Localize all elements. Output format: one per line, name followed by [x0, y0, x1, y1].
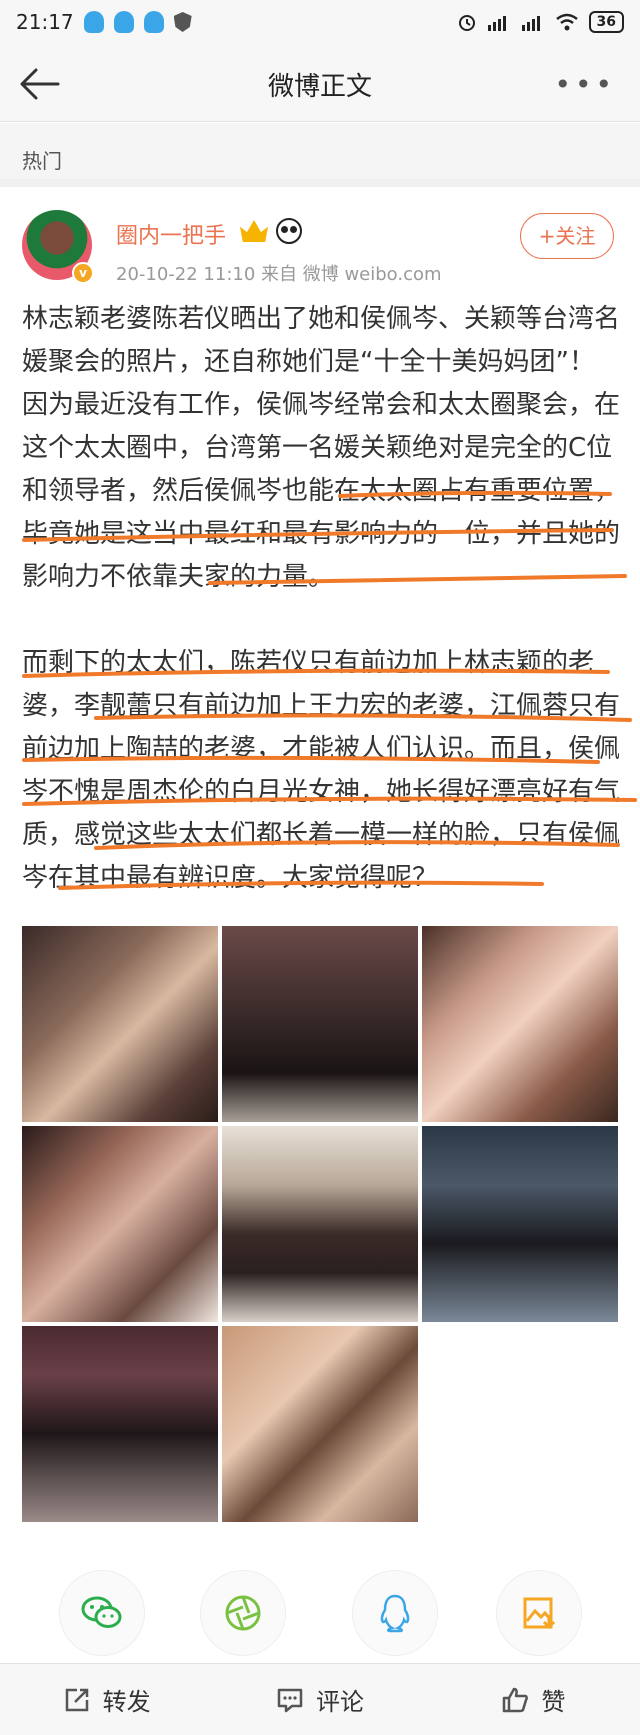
repost-icon [65, 1688, 88, 1711]
share-row [0, 1560, 640, 1660]
post-photo[interactable] [22, 1126, 218, 1322]
thumbs-up-icon [503, 1687, 529, 1712]
wifi-icon [555, 13, 578, 31]
qq-notification-icon [113, 11, 134, 33]
qq-icon [380, 1594, 410, 1633]
post-photo[interactable] [422, 926, 618, 1122]
status-bar: 21:17 36 [0, 0, 640, 44]
like-label: 赞 [541, 1688, 566, 1716]
post-paragraph: 林志颖老婆陈若仪晒出了她和侯佩岑、关颖等台湾名媛聚会的照片，还自称她们是“十全十… [22, 304, 621, 592]
action-bar: 转发 评论 赞 [0, 1663, 640, 1735]
page-title: 微博正文 [267, 72, 372, 102]
follow-button[interactable]: +关注 [520, 213, 614, 259]
repost-button[interactable]: 转发 [0, 1664, 213, 1735]
save-image-icon [523, 1597, 556, 1630]
panda-icon [276, 218, 302, 244]
shield-icon [173, 12, 192, 32]
qq-notification-icon [143, 11, 164, 33]
repost-label: 转发 [102, 1688, 151, 1716]
post-meta: 20-10-22 11:10 来自 微博 weibo.com [116, 264, 442, 285]
post-photo[interactable] [22, 1326, 218, 1522]
moments-icon [225, 1595, 261, 1631]
save-image-button[interactable] [496, 1570, 582, 1656]
like-button[interactable]: 赞 [427, 1664, 640, 1735]
nav-bar: 微博正文 ••• [0, 44, 640, 122]
qq-notification-icon [83, 11, 104, 33]
share-moments-button[interactable] [200, 1570, 286, 1656]
more-options-icon[interactable]: ••• [554, 68, 616, 101]
signal-icon [521, 16, 540, 31]
post-photo[interactable] [222, 926, 418, 1122]
battery-indicator: 36 [588, 11, 624, 33]
signal-icon [487, 16, 506, 31]
share-qq-button[interactable] [352, 1570, 438, 1656]
comment-icon [277, 1688, 303, 1712]
post-paragraph: 而剩下的太太们，陈若仪只有前边加上林志颖的老婆，李靓蕾只有前边加上王力宏的老婆，… [22, 648, 621, 893]
notification-icons [83, 11, 192, 33]
verified-badge-icon: v [72, 262, 94, 284]
section-label: 热门 [0, 123, 640, 187]
system-icons: 36 [457, 11, 624, 33]
share-wechat-button[interactable] [59, 1570, 145, 1656]
post-photo[interactable] [422, 1126, 618, 1322]
post-photo[interactable] [222, 1326, 418, 1522]
status-time: 21:17 [16, 10, 74, 34]
comment-label: 评论 [315, 1688, 364, 1716]
post-photo[interactable] [22, 926, 218, 1122]
wechat-icon [81, 1596, 122, 1628]
alarm-icon [458, 15, 475, 31]
crown-icon [240, 220, 268, 242]
photo-grid [22, 926, 618, 1522]
comment-button[interactable]: 评论 [213, 1664, 426, 1735]
author-name[interactable]: 圈内一把手 [116, 218, 226, 250]
post-body: 林志颖老婆陈若仪晒出了她和侯佩岑、关颖等台湾名媛聚会的照片，还自称她们是“十全十… [22, 298, 620, 900]
post-photo[interactable] [222, 1126, 418, 1322]
